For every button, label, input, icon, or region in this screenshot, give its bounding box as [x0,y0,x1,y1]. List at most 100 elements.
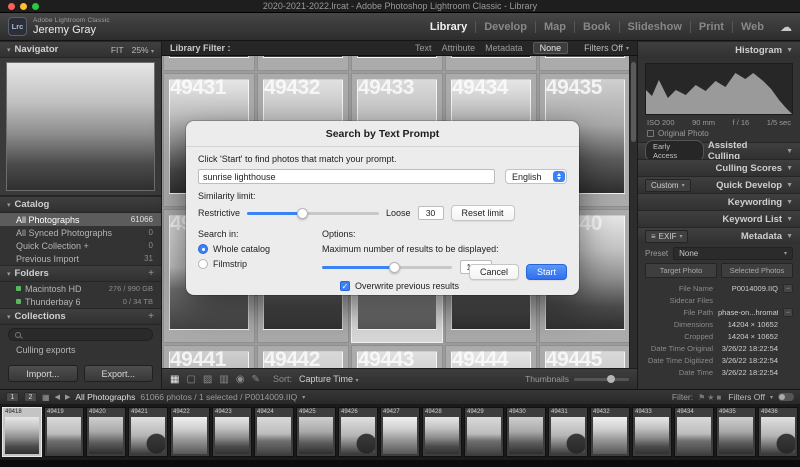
start-button[interactable]: Start [525,264,567,280]
quick-develop-preset-select[interactable]: Custom ▾ [645,178,691,192]
zoom-window-button[interactable] [32,2,39,10]
filmstrip-thumbnail[interactable]: 49419 [44,407,84,457]
catalog-item[interactable]: All Synced Photographs 0 [0,226,161,239]
filter-option[interactable]: Text [415,43,432,53]
overwrite-checkbox[interactable]: ✓ Overwrite previous results [340,281,567,291]
filmstrip-thumbnail[interactable]: 49430 [506,407,546,457]
folders-header[interactable]: ▾ Folders + [0,265,161,282]
add-folder-button[interactable]: + [148,268,154,279]
people-view-icon[interactable]: ◉ [236,374,245,385]
grid-cell[interactable]: 49442 [257,345,349,368]
filter-option[interactable]: None [532,42,569,54]
grid-shortcut-icon[interactable]: ▦ [42,393,50,402]
slider-knob[interactable] [607,374,615,383]
filmstrip-thumbnail[interactable]: 49435 [716,407,756,457]
grid-scrollbar[interactable] [629,56,637,368]
grid-cell[interactable] [445,56,537,71]
filmstrip-filter-value[interactable]: Filters Off [728,392,765,402]
module-tab[interactable]: Print [689,20,732,33]
grid-cell[interactable] [257,56,349,71]
filmstrip-radio[interactable]: Filmstrip [198,259,308,269]
filmstrip-thumbnail[interactable]: 49421 [128,407,168,457]
filmstrip-thumbnail[interactable]: 49436 [758,407,798,457]
second-window-button[interactable]: 2 [24,392,37,402]
filmstrip-thumbnail[interactable]: 49426 [338,407,378,457]
filmstrip-thumbnail[interactable]: 49429 [464,407,504,457]
module-tab[interactable]: Map [535,20,574,33]
filmstrip-thumbnail[interactable]: 49432 [590,407,630,457]
selected-photos-button[interactable]: Selected Photos [721,263,793,278]
culling-scores-header[interactable]: Culling Scores ▼ [638,159,800,176]
go-to-field-icon[interactable]: → [783,307,793,317]
main-window-button[interactable]: 1 [6,392,19,402]
grid-cell[interactable] [163,56,255,71]
sort-value-select[interactable]: Capture Time ▾ [299,374,359,384]
grid-cell[interactable]: 49445 [539,345,631,368]
similarity-slider[interactable] [247,207,380,219]
filmstrip-thumbnail[interactable]: 49427 [380,407,420,457]
module-tab[interactable]: Library [422,21,475,33]
module-tab[interactable]: Book [574,20,619,33]
close-window-button[interactable] [8,2,15,10]
collections-filter-input[interactable] [8,328,153,341]
grid-view-icon[interactable]: ▦ [170,374,179,385]
import-button[interactable]: Import... [8,365,78,382]
checkbox-icon[interactable] [647,130,654,137]
collections-header[interactable]: ▾ Collections + [0,308,161,325]
filmstrip-thumbnail[interactable]: 49418 [2,407,42,457]
folder-item[interactable]: Macintosh HD 276 / 990 GB [0,282,161,295]
compare-view-icon[interactable]: ▨ [203,374,212,385]
filmstrip-thumbnail[interactable]: 49431 [548,407,588,457]
grid-cell[interactable] [539,56,631,71]
cancel-button[interactable]: Cancel [468,264,519,280]
module-tab[interactable]: Slideshow [618,20,690,33]
filter-flag-star-icons[interactable]: ⚑★■ [698,393,723,402]
slider-knob[interactable] [297,207,309,219]
language-select[interactable]: English [505,169,567,184]
next-photo-arrow-icon[interactable]: ▶ [65,393,70,401]
previous-photo-arrow-icon[interactable]: ◀ [55,393,60,401]
navigator-header[interactable]: ▾ Navigator FIT 25% ▾ [0,41,161,58]
survey-view-icon[interactable]: ▥ [219,374,228,385]
target-photo-button[interactable]: Target Photo [645,263,717,278]
catalog-item[interactable]: Quick Collection + 0 [0,239,161,252]
grid-cell[interactable]: 49443 [351,345,443,368]
catalog-header[interactable]: ▾ Catalog [0,196,161,213]
filmstrip-thumbnail[interactable]: 49434 [674,407,714,457]
histogram-header[interactable]: Histogram ▼ [638,41,800,58]
navigator-zoom-select[interactable]: 25% ▾ [132,45,154,55]
grid-cell[interactable] [351,56,443,71]
painter-tool-icon[interactable]: ✎ [252,374,260,385]
filmstrip-thumbnail[interactable]: 49420 [86,407,126,457]
filter-option[interactable]: Metadata [485,43,523,53]
keywording-header[interactable]: Keywording ▼ [638,193,800,210]
folder-item[interactable]: Thunderbay 6 0 / 34 TB [0,295,161,308]
cloud-sync-icon[interactable]: ☁ [780,20,792,34]
minimize-window-button[interactable] [20,2,27,10]
metadata-header[interactable]: ≡ EXIF ▾ Metadata ▼ [638,227,800,244]
navigator-fit-option[interactable]: FIT [111,45,124,55]
thumbnail-size-slider[interactable] [574,374,629,383]
filter-toggle-switch[interactable] [778,393,794,401]
reset-limit-button[interactable]: Reset limit [450,205,515,221]
keyword-list-header[interactable]: Keyword List ▼ [638,210,800,227]
histogram-graph[interactable] [645,63,793,115]
quick-develop-header[interactable]: Custom ▾ Quick Develop ▼ [638,176,800,193]
filmstrip-thumbnail[interactable]: 49423 [212,407,252,457]
assisted-culling-header[interactable]: Early Access Assisted Culling ▼ [638,140,800,162]
grid-cell[interactable]: 49444 [445,345,537,368]
go-to-field-icon[interactable]: → [783,283,793,293]
slider-knob[interactable] [388,261,400,273]
filmstrip-thumbnail[interactable]: 49428 [422,407,462,457]
loupe-view-icon[interactable]: ▢ [186,374,195,385]
navigator-preview[interactable] [0,58,161,196]
filmstrip-thumbnail[interactable]: 49425 [296,407,336,457]
metadata-preset-select[interactable]: None ▾ [673,247,793,260]
filmstrip-thumbnail[interactable]: 49422 [170,407,210,457]
whole-catalog-radio[interactable]: Whole catalog [198,244,308,254]
similarity-value-input[interactable] [417,206,444,220]
prompt-input[interactable] [198,169,495,184]
add-collection-button[interactable]: + [148,311,154,322]
grid-cell[interactable]: 49441 [163,345,255,368]
metadata-mode-select[interactable]: ≡ EXIF ▾ [645,229,689,243]
